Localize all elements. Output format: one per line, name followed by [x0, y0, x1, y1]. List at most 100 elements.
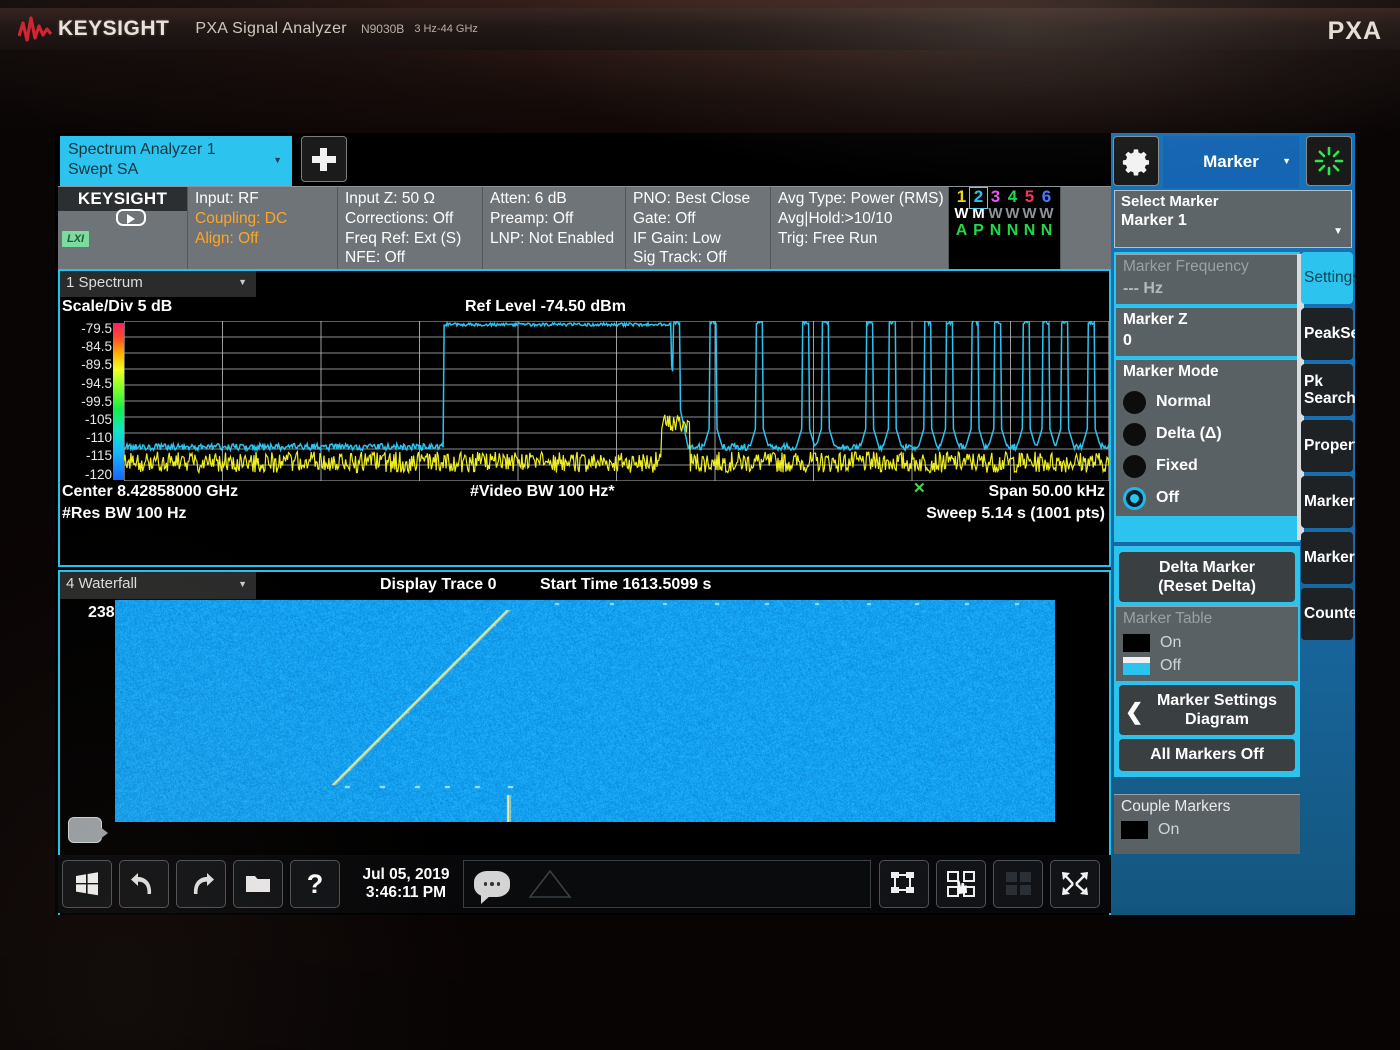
add-mode-button[interactable] — [301, 136, 347, 182]
side-button-settings[interactable]: Settings — [1301, 252, 1353, 304]
marker-frequency-value: --- Hz — [1123, 280, 1291, 298]
message-bubble-icon — [474, 871, 510, 897]
atten-line-2: LNP: Not Enabled — [490, 229, 619, 249]
resolution-bandwidth[interactable]: #Res BW 100 Hz — [62, 505, 187, 523]
undo-button[interactable] — [119, 860, 169, 908]
marker-mode-option-fixed[interactable]: Fixed — [1123, 455, 1291, 478]
waterfall-start-time[interactable]: Start Time 1613.5099 s — [540, 576, 711, 594]
marker-mode-label-off: Off — [1156, 489, 1179, 507]
trace-number-1[interactable]: 1 — [953, 188, 970, 206]
chevron-down-icon: ▼ — [273, 155, 282, 166]
trace-update-6: N — [1038, 222, 1055, 240]
annunciator-brand: KEYSIGHT — [58, 187, 187, 211]
grid-view-button[interactable] — [993, 860, 1043, 908]
pno-line-2: IF Gain: Low — [633, 229, 764, 249]
radio-selected-icon — [1123, 487, 1146, 510]
sweep-time[interactable]: Sweep 5.14 s (1001 pts) — [926, 505, 1105, 523]
side-button-pk-search-config[interactable]: Pk SearchConfig — [1301, 364, 1353, 416]
marker-table-on-option[interactable]: On — [1123, 634, 1291, 652]
y-tick-7: -115 — [86, 449, 112, 463]
marker-z-field[interactable]: Marker Z 0 — [1116, 307, 1298, 357]
settings-gear-button[interactable] — [1113, 136, 1159, 186]
couple-markers-group[interactable]: Couple Markers On — [1114, 794, 1300, 854]
waterfall-display-trace[interactable]: Display Trace 0 — [380, 576, 497, 594]
side-button-text: Counter — [1304, 605, 1355, 622]
marker-settings-diagram-button[interactable]: ❮ Marker Settings Diagram — [1119, 685, 1295, 735]
help-button[interactable]: ? — [290, 860, 340, 908]
video-bandwidth[interactable]: #Video BW 100 Hz* — [470, 483, 615, 501]
waterfall-scroll-handle[interactable] — [68, 817, 102, 843]
trace-number-3[interactable]: 3 — [987, 188, 1004, 206]
question-mark-icon: ? — [307, 869, 324, 900]
center-frequency[interactable]: Center 8.42858000 GHz — [62, 483, 238, 501]
annunciator-impedance-cell[interactable]: Input Z: 50 Ω Corrections: Off Freq Ref:… — [338, 187, 483, 269]
trace-number-4[interactable]: 4 — [1004, 188, 1021, 206]
message-bar[interactable] — [463, 860, 871, 908]
checkbox-on-icon — [1123, 657, 1150, 675]
fullscreen-button[interactable] — [1050, 860, 1100, 908]
folder-icon — [244, 872, 272, 896]
spectrum-window[interactable]: 1 Spectrum ▼ Scale/Div 5 dB Ref Level -7… — [58, 269, 1111, 567]
windows-start-button[interactable] — [62, 860, 112, 908]
side-button-properties[interactable]: Properties — [1301, 420, 1353, 472]
mode-tab-spectrum-analyzer[interactable]: Spectrum Analyzer 1 Swept SA ▼ — [60, 136, 292, 186]
spectrum-graticule[interactable] — [124, 321, 1109, 481]
spectrum-window-selector[interactable]: 1 Spectrum ▼ — [60, 271, 256, 297]
window-layout-button[interactable] — [879, 860, 929, 908]
all-markers-off-button[interactable]: All Markers Off — [1119, 739, 1295, 770]
atten-line-0: Atten: 6 dB — [490, 189, 619, 209]
warning-triangle-icon — [528, 868, 572, 900]
waterfall-window-label: 4 Waterfall — [66, 575, 137, 592]
marker-mode-label-delta: Delta (Δ) — [1156, 425, 1222, 443]
side-button-counter[interactable]: Counter — [1301, 588, 1353, 640]
sweep-position-marker-icon: ✕ — [913, 479, 926, 497]
trace-indicator-block[interactable]: 123456 WMWWWW APNNNN — [949, 187, 1061, 269]
chevron-down-icon: ▼ — [238, 579, 247, 589]
annunciator-pno-cell[interactable]: PNO: Best Close Gate: Off IF Gain: Low S… — [626, 187, 771, 269]
couple-markers-on-option[interactable]: On — [1121, 821, 1293, 839]
trace-number-5[interactable]: 5 — [1021, 188, 1038, 206]
mode-tab-row: Spectrum Analyzer 1 Swept SA ▼ — [60, 136, 347, 186]
marker-mode-option-normal[interactable]: Normal — [1123, 391, 1291, 414]
trace-number-6[interactable]: 6 — [1038, 188, 1055, 206]
marker-table-off-option[interactable]: Off — [1123, 657, 1291, 675]
trace-detector-5: W — [1021, 206, 1038, 223]
reference-level: Ref Level -74.50 dBm — [465, 298, 626, 316]
marker-table-group[interactable]: Marker Table On Off — [1116, 606, 1298, 681]
lxi-badge: LXI — [62, 231, 89, 247]
side-button-marker-function[interactable]: MarkerFunction — [1301, 476, 1353, 528]
marker-frequency-field[interactable]: Marker Frequency --- Hz — [1116, 254, 1298, 304]
restart-measurement-button[interactable] — [1306, 136, 1352, 186]
select-marker-dropdown[interactable]: Select Marker Marker 1 ▼ — [1114, 190, 1352, 248]
marker-mode-option-delta[interactable]: Delta (Δ) — [1123, 423, 1291, 446]
system-clock: Jul 05, 2019 3:46:11 PM — [351, 866, 461, 903]
marker-actions-area: Delta Marker (Reset Delta) Marker Table … — [1114, 546, 1300, 777]
gear-icon — [1121, 146, 1151, 176]
side-button-peak-search[interactable]: PeakSearch — [1301, 308, 1353, 360]
span-value[interactable]: Span 50.00 kHz — [989, 483, 1106, 501]
z-line-1: Corrections: Off — [345, 209, 476, 229]
spectrum-titlebar: 1 Spectrum ▼ — [60, 271, 1109, 297]
marker-side-button-column: SettingsPeakSearchPk SearchConfigPropert… — [1301, 252, 1353, 644]
side-button-marker[interactable]: Marker→ — [1301, 532, 1353, 584]
sunburst-icon — [1313, 145, 1345, 177]
redo-button[interactable] — [176, 860, 226, 908]
marker-z-label: Marker Z — [1123, 311, 1291, 330]
delta-marker-button[interactable]: Delta Marker (Reset Delta) — [1119, 552, 1295, 602]
marker-panel-title-tab[interactable]: Marker ▼ — [1163, 136, 1299, 188]
annunciator-atten-cell[interactable]: Atten: 6 dB Preamp: Off LNP: Not Enabled — [483, 187, 626, 269]
undo-icon — [129, 871, 159, 897]
chevron-down-icon: ▼ — [1333, 226, 1343, 237]
touch-select-button[interactable] — [936, 860, 986, 908]
folder-button[interactable] — [233, 860, 283, 908]
waterfall-window-selector[interactable]: 4 Waterfall ▼ — [60, 572, 256, 599]
marker-mode-option-off[interactable]: Off — [1123, 487, 1291, 510]
avg-line-1: Avg|Hold:>10/10 — [778, 209, 942, 229]
annunciator-average-cell[interactable]: Avg Type: Power (RMS) Avg|Hold:>10/10 Tr… — [771, 187, 949, 269]
waterfall-plot[interactable] — [115, 600, 1055, 822]
pno-line-3: Sig Track: Off — [633, 248, 764, 268]
annunciator-input-cell[interactable]: Input: RF Coupling: DC Align: Off — [188, 187, 338, 269]
y-tick-6: -110 — [86, 431, 112, 445]
z-line-3: NFE: Off — [345, 248, 476, 268]
product-name: PXA Signal Analyzer — [195, 20, 347, 38]
